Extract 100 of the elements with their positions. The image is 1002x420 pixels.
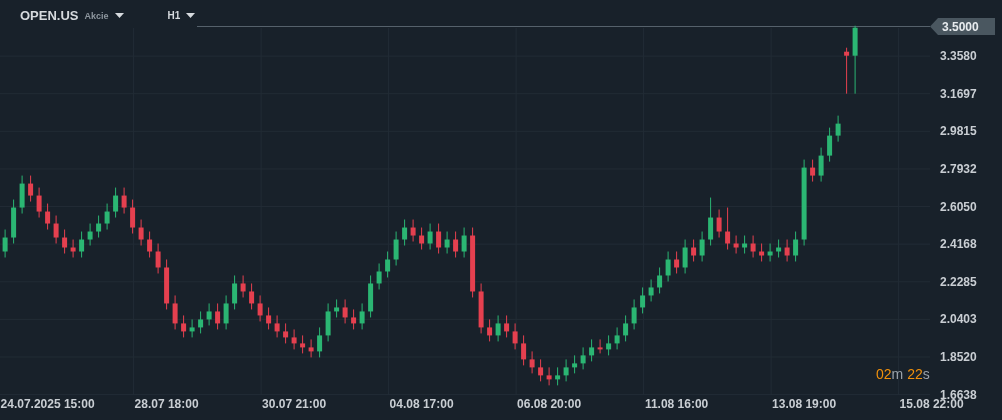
- candle: [308, 338, 314, 358]
- candle: [266, 306, 272, 330]
- candle: [682, 239, 688, 274]
- price-axis-label: 2.6050: [940, 199, 977, 214]
- candle: [742, 235, 748, 254]
- candle: [215, 302, 221, 330]
- candle: [478, 282, 484, 334]
- price-axis-label: 3.1697: [940, 86, 977, 101]
- caret-icon[interactable]: [186, 13, 196, 18]
- candle: [334, 298, 340, 318]
- candle: [257, 294, 263, 322]
- candle: [733, 235, 739, 254]
- symbol-label[interactable]: OPEN.US: [20, 8, 79, 23]
- candle: [818, 147, 824, 183]
- candle: [835, 115, 841, 143]
- candle: [827, 127, 833, 163]
- time-axis-label: 06.08 20:00: [517, 397, 582, 411]
- candle: [793, 231, 799, 262]
- candle: [470, 227, 476, 298]
- candle: [164, 259, 170, 310]
- candle: [138, 219, 144, 246]
- candle: [606, 334, 612, 356]
- candle: [767, 243, 773, 262]
- current-price-tag: 3.5000: [930, 18, 995, 35]
- candle: [461, 227, 467, 258]
- price-axis-label: 2.7932: [940, 161, 977, 176]
- candle: [70, 239, 76, 258]
- candle: [810, 159, 816, 183]
- candle: [45, 203, 51, 231]
- candle: [665, 251, 671, 282]
- candle: [198, 310, 204, 334]
- candle: [96, 215, 102, 238]
- candle: [53, 215, 59, 244]
- candle: [589, 338, 595, 362]
- candle: [657, 267, 663, 294]
- candle: [249, 282, 255, 310]
- candle: [410, 219, 416, 242]
- price-axis-label: 2.4168: [940, 237, 977, 252]
- candle: [291, 328, 297, 350]
- candle: [19, 175, 25, 215]
- candle: [776, 239, 782, 258]
- candle: [691, 239, 697, 262]
- candle: [631, 298, 637, 330]
- candle: [121, 187, 127, 215]
- candle: [368, 275, 374, 318]
- time-axis-label: 15.08 22:00: [899, 397, 964, 411]
- candle: [79, 231, 85, 258]
- candle: [750, 235, 756, 258]
- candle: [317, 326, 323, 358]
- candle: [2, 229, 8, 258]
- candle: [674, 251, 680, 274]
- candle: [393, 231, 399, 266]
- candle: [555, 366, 561, 386]
- candle: [572, 354, 578, 374]
- candle: [852, 25, 858, 95]
- time-axis-label: 24.07.2025 15:00: [0, 397, 95, 411]
- time-axis-label: 04.08 17:00: [389, 397, 454, 411]
- candle: [597, 338, 603, 354]
- candle: [113, 187, 119, 219]
- instrument-type-label: Akcie: [84, 10, 109, 21]
- candle: [351, 308, 357, 330]
- caret-icon[interactable]: [114, 13, 124, 18]
- price-axis-label: 2.2285: [940, 274, 977, 289]
- candle-countdown: 02m 22s: [876, 366, 930, 382]
- candle: [538, 358, 544, 382]
- time-axis-label: 13.08 19:00: [772, 397, 837, 411]
- price-axis-label: 2.9815: [940, 124, 977, 139]
- candle: [87, 223, 93, 246]
- candle: [155, 243, 161, 274]
- candle: [172, 294, 178, 330]
- candle: [512, 322, 518, 350]
- timeframe-label[interactable]: H1: [167, 10, 181, 21]
- candle: [283, 322, 289, 344]
- candle: [62, 229, 68, 254]
- candle: [325, 302, 331, 342]
- candle: [444, 231, 450, 254]
- candle: [104, 203, 110, 231]
- candle: [419, 227, 425, 250]
- candle: [716, 209, 722, 238]
- candle: [436, 223, 442, 254]
- candle: [240, 275, 246, 298]
- candle: [640, 286, 646, 314]
- candle: [844, 47, 850, 95]
- price-axis-label: 3.3580: [940, 49, 977, 64]
- candle: [614, 326, 620, 350]
- candle: [189, 318, 195, 338]
- candle: [563, 358, 569, 382]
- candle: [206, 302, 212, 326]
- candle: [385, 251, 391, 278]
- candle: [725, 207, 731, 250]
- candle: [648, 279, 654, 302]
- candle: [495, 314, 501, 342]
- candle: [487, 318, 493, 342]
- candle: [580, 346, 586, 370]
- candle: [402, 219, 408, 246]
- candle: [11, 199, 17, 244]
- candle: [759, 243, 765, 262]
- candle: [708, 197, 714, 246]
- price-axis-label: 1.8520: [940, 350, 977, 364]
- candle: [546, 366, 552, 386]
